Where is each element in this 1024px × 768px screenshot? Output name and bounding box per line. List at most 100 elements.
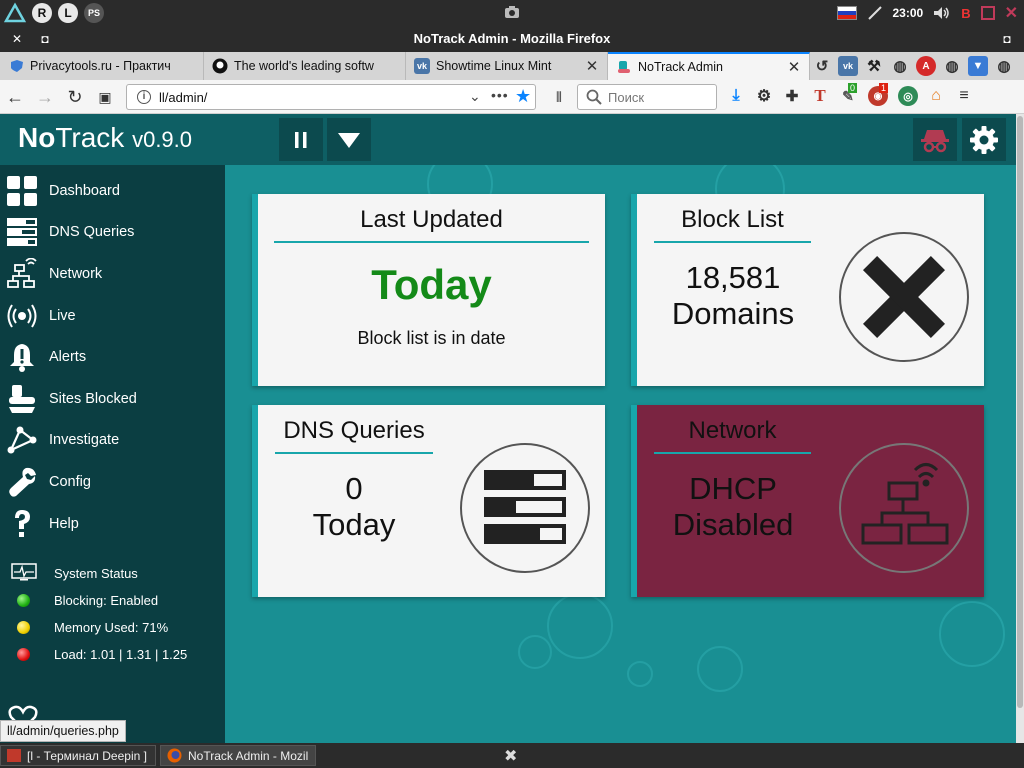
notrack-icon [616, 59, 632, 75]
dropdown-button[interactable] [327, 118, 371, 161]
playstation-icon[interactable]: PS [84, 3, 104, 23]
vivaldi-tray-icon[interactable]: B [961, 6, 970, 21]
home-icon[interactable]: ⌂ [926, 86, 946, 106]
screenshot-camera-icon[interactable] [504, 5, 520, 19]
notrack-logo[interactable]: NoTrack v0.9.0 [18, 122, 192, 154]
tab-privacytools[interactable]: Privacytools.ru - Практич [2, 52, 204, 80]
url-text[interactable]: ll/admin/ [159, 90, 207, 105]
sidebar-item-sites-blocked[interactable]: Sites Blocked [0, 379, 225, 419]
tool-icon[interactable]: ⚒ [864, 56, 884, 76]
volume-icon[interactable] [933, 6, 951, 20]
forward-arrow-icon[interactable]: → [34, 86, 56, 108]
hamburger-menu-icon[interactable]: ≡ [954, 86, 974, 106]
pen-icon[interactable] [867, 5, 883, 21]
sidebar-item-config[interactable]: Config [0, 462, 225, 502]
app-menu-icon[interactable] [4, 2, 26, 24]
url-bar[interactable]: i ll/admin/ ⌄ ••• ★ [126, 84, 536, 110]
sidebar-item-label: Dashboard [49, 183, 120, 199]
back-arrow-icon[interactable]: ← [4, 86, 26, 108]
bookmark-star-icon[interactable]: ★ [515, 86, 531, 107]
question-icon [15, 510, 30, 537]
block-list-unit: Domains [671, 296, 795, 331]
tab-bar: Privacytools.ru - Практич The world's le… [0, 52, 1024, 80]
gear-icon [970, 125, 998, 154]
search-bar[interactable]: Поиск [577, 84, 717, 110]
scrollbar-thumb[interactable] [1017, 116, 1023, 708]
page-scrollbar[interactable] [1016, 114, 1024, 743]
sidebar-item-dns-queries[interactable]: DNS Queries [0, 212, 225, 252]
close-tab-icon[interactable]: ✕ [787, 58, 801, 76]
close-tab-icon[interactable]: ✕ [585, 57, 599, 75]
globe-icon[interactable]: ◍ [890, 56, 910, 76]
search-icon [586, 89, 602, 105]
globe-icon[interactable]: ◍ [942, 56, 962, 76]
close-window-icon[interactable]: ✕ [1005, 3, 1018, 23]
tab-notrack[interactable]: NoTrack Admin ✕ [608, 52, 810, 80]
shield-icon[interactable]: ▼ [968, 56, 988, 76]
github-icon [212, 58, 228, 74]
page-content: NoTrack v0.9.0 Dashboard DNS Queries Net… [0, 114, 1016, 743]
task-label: NoTrack Admin - Mozil... [188, 748, 309, 763]
addon-badge-green[interactable]: ✎ 0 [838, 83, 860, 106]
green-circle-icon[interactable]: ◎ [898, 86, 918, 106]
status-memory: Memory Used: 71% [0, 617, 225, 639]
vk-icon[interactable]: vk [838, 56, 858, 76]
translate-t-icon[interactable]: T [810, 86, 830, 106]
card-dns-queries[interactable]: DNS Queries 0 Today [252, 405, 605, 597]
card-network[interactable]: Network DHCP Disabled [631, 405, 984, 597]
version: v0.9.0 [132, 127, 193, 152]
site-info-icon[interactable]: i [137, 90, 151, 104]
card-last-updated[interactable]: Last Updated Today Block list is in date [252, 194, 605, 386]
status-label: Memory Used: 71% [54, 620, 169, 635]
pause-button[interactable] [279, 118, 323, 161]
addon-a-icon[interactable]: A [916, 56, 936, 76]
screenshot-add-icon[interactable]: ▣ [94, 86, 116, 108]
settings-button[interactable] [962, 118, 1006, 161]
firefox-icon [167, 748, 182, 763]
page-actions-icon[interactable]: ••• [491, 87, 509, 103]
tab-github[interactable]: The world's leading softw [204, 52, 406, 80]
card-title: DNS Queries [283, 417, 425, 444]
taskbar-close-icon[interactable]: ✖ [504, 746, 517, 766]
sidebar-item-help[interactable]: Help [0, 504, 225, 544]
sidebar-item-network[interactable]: Network [0, 254, 225, 294]
library-icon[interactable]: ⫴ [548, 86, 570, 108]
sidebar-item-dashboard[interactable]: Dashboard [0, 171, 225, 211]
url-dropdown-icon[interactable]: ⌄ [469, 88, 481, 105]
title-underline [274, 241, 589, 243]
taskbar: [l - Терминал Deepin ] NoTrack Admin - M… [0, 743, 1024, 768]
link-status-bar: ll/admin/queries.php [0, 720, 126, 742]
sidebar-item-label: Live [49, 308, 76, 324]
history-icon[interactable]: ↺ [812, 56, 832, 76]
triangle-down-icon [338, 132, 360, 148]
incognito-button[interactable] [913, 118, 957, 161]
globe-icon[interactable]: ◍ [994, 56, 1014, 76]
reload-icon[interactable]: ↻ [64, 86, 86, 108]
clock[interactable]: 23:00 [893, 6, 924, 20]
card-title: Last Updated [360, 206, 503, 233]
card-block-list[interactable]: Block List 18,581 Domains [631, 194, 984, 386]
window-restore-icon[interactable]: ◘ [1000, 32, 1014, 46]
gear-icon[interactable]: ⚙ [754, 86, 774, 106]
launcher-r-button[interactable]: R [32, 3, 52, 23]
keyboard-layout-flag-icon[interactable] [836, 6, 857, 20]
sidebar-item-alerts[interactable]: Alerts [0, 337, 225, 377]
download-icon[interactable]: ⤓ [726, 86, 746, 106]
bell-icon [10, 344, 34, 372]
addon-badge-red[interactable]: ◉ 1 [868, 83, 890, 106]
navigation-toolbar: ← → ↻ ▣ i ll/admin/ ⌄ ••• ★ ⫴ Поиск ⤓ ⚙ … [0, 80, 1024, 114]
tab-label: NoTrack Admin [638, 60, 723, 74]
globe-icon[interactable]: ◍ [1020, 56, 1024, 76]
sidebar-item-label: Investigate [49, 432, 120, 448]
maximize-window-icon[interactable] [980, 6, 995, 20]
launcher-l-button[interactable]: L [58, 3, 78, 23]
taskbar-firefox[interactable]: NoTrack Admin - Mozil... [160, 745, 316, 766]
network-status-line1: DHCP [689, 471, 777, 506]
dns-queries-unit: Today [312, 507, 396, 542]
tab-showtime[interactable]: vk Showtime Linux Mint ✕ [406, 52, 608, 80]
sidebar-item-live[interactable]: Live [0, 296, 225, 336]
puzzle-icon[interactable]: ✚ [782, 86, 802, 106]
taskbar-terminal[interactable]: [l - Терминал Deepin ] [0, 745, 156, 766]
sidebar-item-investigate[interactable]: Investigate [0, 420, 225, 460]
title-underline [654, 452, 811, 454]
